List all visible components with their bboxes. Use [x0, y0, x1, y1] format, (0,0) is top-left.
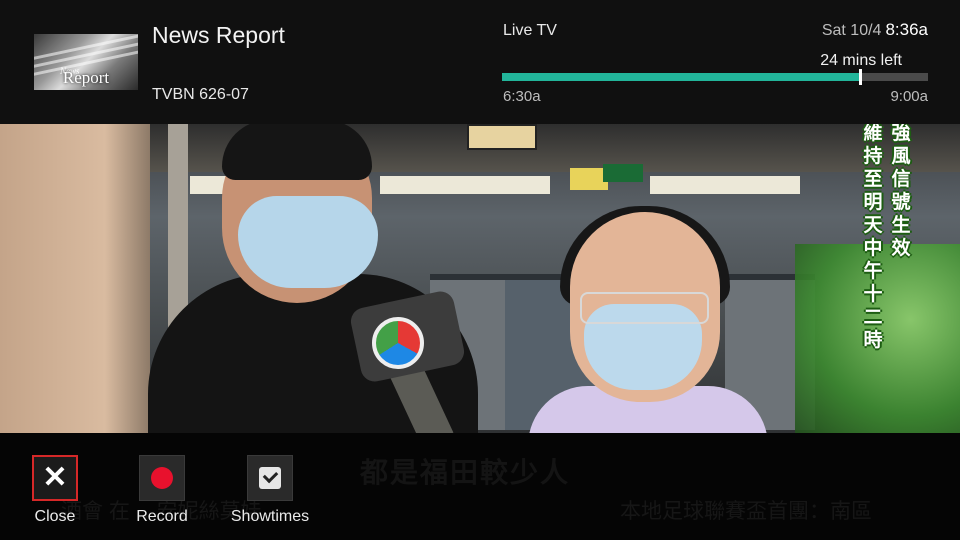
control-bar: 都是福田較少人 …酒會 在 …安妮絲莫娃 … 本地足球聯賽盃首團：南區 ✕ Cl…	[0, 433, 960, 540]
close-label: Close	[34, 508, 76, 525]
ticker-right: 本地足球聯賽盃首團：南區	[620, 500, 872, 523]
time-remaining: 24 mins left	[820, 52, 902, 69]
station-sign	[467, 124, 537, 150]
man-face-mask	[238, 196, 378, 288]
wall	[0, 124, 150, 433]
record-icon	[151, 467, 173, 489]
record-label: Record	[136, 508, 188, 525]
live-tv-label: Live TV	[503, 22, 557, 39]
progress-fill	[502, 73, 860, 81]
exit-sign	[603, 164, 643, 182]
record-button[interactable]: Record	[122, 455, 202, 526]
program-progress-bar	[502, 69, 928, 85]
thumbnail-text: Report	[62, 68, 110, 87]
channel-label: TVBN 626-07	[152, 86, 249, 103]
video-frame: 維持至明天中午十二時 強風信號生效	[0, 124, 960, 433]
current-date: Sat 10/4	[821, 22, 882, 39]
faded-subtitle: 都是福田較少人	[360, 457, 571, 488]
date-time: Sat 10/4 8:36a	[822, 20, 928, 40]
program-title: News Report	[152, 22, 285, 48]
ceiling-light	[650, 176, 800, 194]
program-info-bar: News Report News Report TVBN 626-07 Live…	[0, 0, 960, 124]
man-hair	[222, 124, 372, 180]
tvb-logo-icon	[372, 317, 424, 369]
showtimes-button[interactable]: Showtimes	[230, 455, 310, 526]
program-thumbnail: News Report	[34, 34, 138, 90]
progress-marker	[858, 69, 862, 85]
end-time: 9:00a	[890, 88, 928, 105]
close-icon: ✕	[42, 461, 68, 494]
showtimes-label: Showtimes	[230, 508, 310, 525]
close-button[interactable]: ✕ Close	[15, 455, 95, 526]
ceiling-light	[380, 176, 550, 194]
vertical-caption-1: 維持至明天中午十二時	[863, 124, 883, 351]
start-time: 6:30a	[503, 88, 541, 105]
current-time: 8:36a	[885, 20, 928, 39]
vertical-caption-2: 強風信號生效	[891, 124, 911, 259]
girl-glasses	[580, 292, 709, 324]
showtimes-icon	[259, 467, 281, 489]
